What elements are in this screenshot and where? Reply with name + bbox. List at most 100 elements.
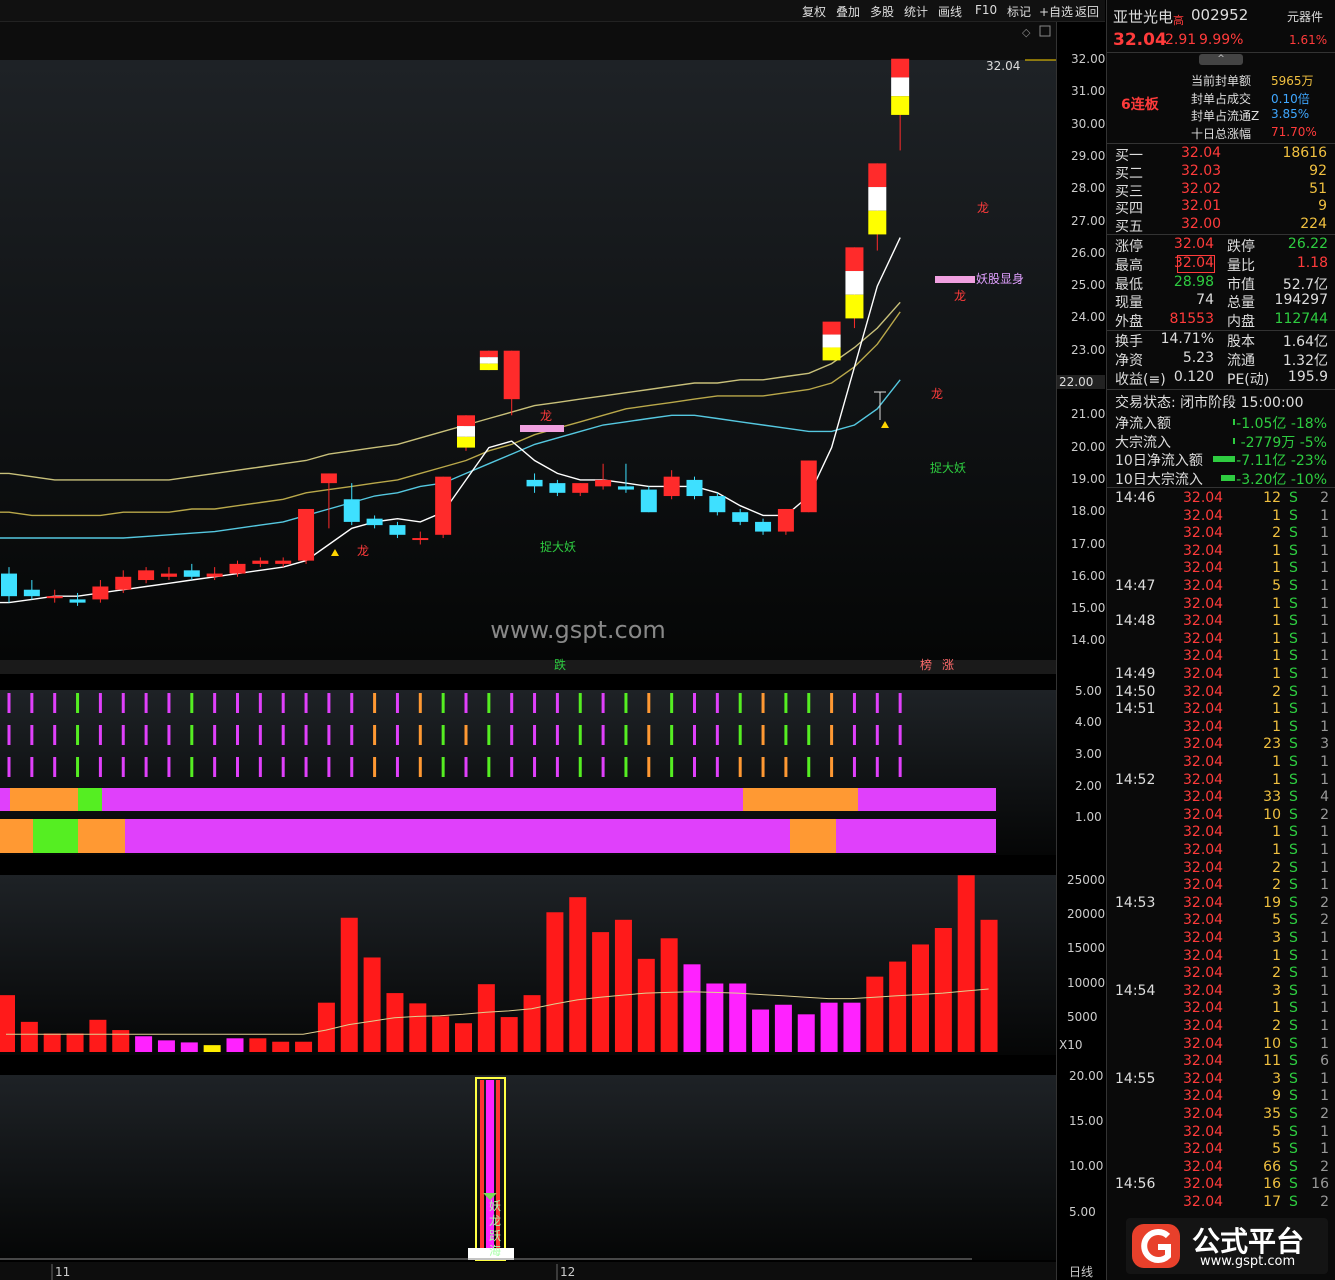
volume-bar <box>249 1038 267 1052</box>
tick-price: 32.04 <box>1183 789 1224 806</box>
tick-volume: 1 <box>1272 560 1281 577</box>
signal-dash <box>7 693 11 713</box>
signal-dash <box>121 757 125 777</box>
tick-side: S <box>1289 894 1298 911</box>
tick-volume: 5 <box>1272 912 1281 929</box>
catch-yao-label: 捉大妖 <box>930 460 966 475</box>
signal-bang: 榜 <box>920 657 932 672</box>
tick-volume: 1 <box>1272 666 1281 682</box>
collapse-toggle[interactable]: ^ <box>1199 54 1243 65</box>
tick-side: S <box>1289 1158 1298 1175</box>
stat-value: 52.7亿 <box>1282 276 1328 293</box>
candle-body <box>46 596 63 599</box>
toolbar-item[interactable]: 复权 <box>802 3 826 20</box>
price-tick-label: 20.00 <box>1071 439 1106 454</box>
limit-candle-body <box>891 77 910 97</box>
bid-volume: 9 <box>1318 198 1327 215</box>
signal-dash <box>647 693 651 713</box>
volume-bar <box>706 983 724 1052</box>
tick-volume: 5 <box>1272 1123 1281 1140</box>
tick-volume: 11 <box>1263 1053 1281 1070</box>
signal-dash <box>807 725 811 745</box>
signal-bar <box>520 425 564 432</box>
volume-bar <box>20 1021 38 1052</box>
signal-dash <box>738 693 742 713</box>
tick-volume: 2 <box>1272 965 1281 982</box>
volume-bar <box>157 1040 175 1052</box>
signal-dash <box>350 757 354 777</box>
tick-side: S <box>1289 1194 1298 1210</box>
signal-dash <box>373 725 377 745</box>
seal-label: 当前封单额 <box>1191 74 1252 88</box>
tick-count: 1 <box>1320 666 1329 682</box>
signal-dash <box>350 725 354 745</box>
volume-bar <box>546 912 564 1052</box>
toolbar-item[interactable]: 返回 <box>1075 3 1099 20</box>
toolbar-item[interactable]: 叠加 <box>836 3 860 20</box>
tick-side: S <box>1289 1176 1298 1193</box>
candle-body <box>412 538 429 541</box>
tick-price: 32.04 <box>1183 1123 1224 1140</box>
quote-panel: 亚世光电 高 002952 元器件 32.04 2.91 9.99% 1.61%… <box>1106 0 1335 1280</box>
signal-dash <box>624 725 628 745</box>
signal-dash <box>624 757 628 777</box>
tick-count: 1 <box>1320 542 1329 559</box>
tick-side: S <box>1289 982 1298 999</box>
tick-count: 1 <box>1320 771 1329 788</box>
tick-price: 32.04 <box>1183 1018 1224 1034</box>
stock-name: 亚世光电 <box>1113 8 1174 26</box>
signal-dash <box>852 693 856 713</box>
main-panel-bg <box>0 60 1056 660</box>
tick-price: 32.04 <box>1183 525 1224 542</box>
signal-dash <box>830 693 834 713</box>
kline-chart-area[interactable]: 32.04www.gspt.com龙龙龙龙龙捉大妖捉大妖妖股显身跌榜涨妖龙跃海1… <box>0 22 1056 1280</box>
volume-bar <box>660 938 678 1052</box>
volume-bar <box>934 928 952 1052</box>
tick-side: S <box>1289 1018 1298 1034</box>
toolbar-item[interactable]: 画线 <box>938 3 962 20</box>
candle-body <box>115 576 132 590</box>
bid-volume: 224 <box>1300 216 1327 233</box>
stat-value: 1.18 <box>1296 254 1328 271</box>
tick-count: 2 <box>1320 1194 1329 1210</box>
candle-body <box>572 483 589 493</box>
price-pct: 9.99% <box>1199 32 1244 48</box>
logo: 公式平台 www.gspt.com <box>1126 1218 1328 1274</box>
volume-bar <box>409 1003 427 1052</box>
signal-dash <box>670 725 674 745</box>
stat-value: 28.98 <box>1173 273 1214 290</box>
tick-side: S <box>1289 648 1298 665</box>
candle-body <box>777 508 794 532</box>
volume-bar <box>592 932 610 1052</box>
toolbar-item[interactable]: 多股 <box>870 3 894 20</box>
tick-side: S <box>1289 1035 1298 1052</box>
volume-bar <box>820 1002 838 1052</box>
signal-dash <box>487 757 491 777</box>
tick-side: S <box>1289 1106 1298 1122</box>
signal-dash <box>7 725 11 745</box>
signal-dash <box>236 725 239 745</box>
signal-dash <box>98 757 102 777</box>
signal-dash <box>373 693 377 713</box>
signal-dash <box>875 757 879 777</box>
candle-body <box>503 350 520 400</box>
limit-candle-body <box>845 271 864 295</box>
toolbar-item[interactable]: 统计 <box>904 3 928 20</box>
tick-volume: 1 <box>1272 754 1281 770</box>
toolbar-item[interactable]: +自选 <box>1039 3 1073 20</box>
toolbar-item[interactable]: 标记 <box>1007 3 1031 20</box>
diamond-icon: ◇ <box>1022 26 1031 39</box>
tick-price: 32.04 <box>1183 754 1224 770</box>
tick-count: 16 <box>1311 1176 1329 1193</box>
last-price: 32.04 <box>1113 30 1167 50</box>
toolbar-item[interactable]: F10 <box>975 3 997 17</box>
tick-volume: 19 <box>1263 894 1281 911</box>
signal-dash <box>395 725 399 745</box>
tick-count: 2 <box>1320 1106 1329 1122</box>
tick-time: 14:47 <box>1115 578 1156 594</box>
volume-bar <box>774 1004 792 1052</box>
volume-bar <box>843 1002 861 1052</box>
volume-bar <box>957 875 975 1052</box>
tick-side: S <box>1289 824 1298 841</box>
volume-bar <box>272 1041 290 1052</box>
